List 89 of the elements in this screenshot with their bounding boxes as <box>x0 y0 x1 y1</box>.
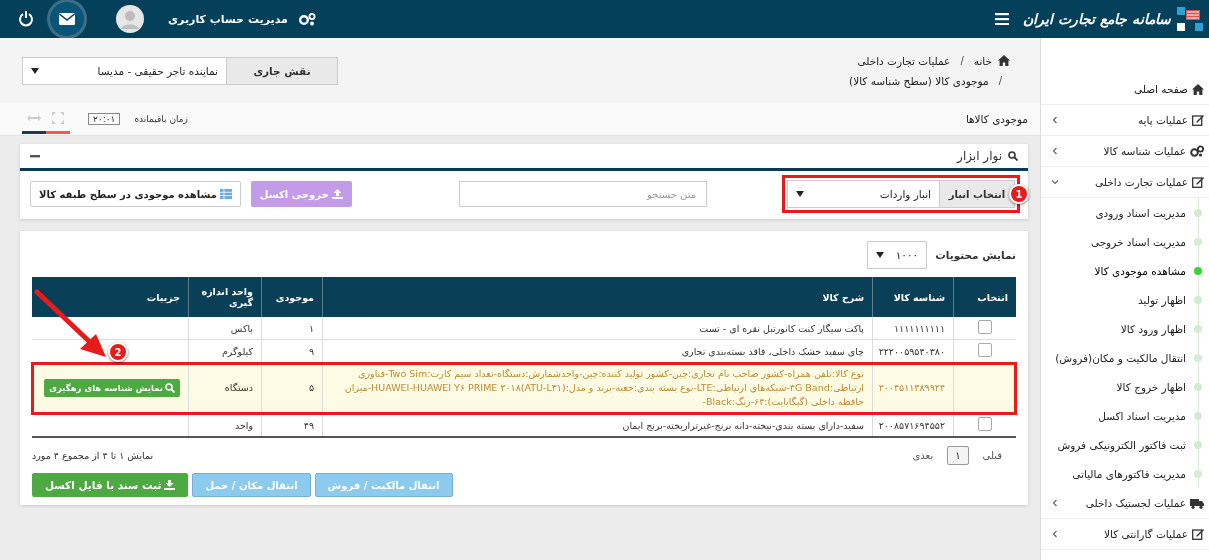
download-icon <box>164 480 176 490</box>
timer-value: ۲۰:۰۱ <box>88 113 121 125</box>
search-icon <box>165 383 175 393</box>
truck-icon <box>1190 497 1204 509</box>
column-header[interactable]: واحد اندازه گیری <box>188 277 262 317</box>
table-summary: نمایش ۱ تا ۴ از مجموع ۴ مورد <box>32 450 154 461</box>
breadcrumb-separator: / <box>960 55 964 66</box>
submenu-item[interactable]: مشاهده موجودی کالا <box>1041 256 1202 285</box>
expand-icon <box>52 111 64 124</box>
sidebar-item[interactable]: عملیات شناسه کالا <box>1041 136 1209 167</box>
search-icon <box>1008 151 1018 161</box>
edit-icon <box>1192 114 1204 126</box>
table-cell: نوع کالا:تلفن همراه-کشور صاحب نام تجاری:چین-کشور تولید کننده:چین-واحدشمارش:دستگاه-تعداد سیم کارت:Two Sim-فناوری ارتباطی:۴G Band-شبکه‌های ارتباطی:LTE-نوع بسته بندی:جعبه-برند و مدل:HUAWEI-HUAWEI Y۶ PRIME ۲۰۱۸(ATU-L۳۱)-میزان حافظه داخلی (گیگابایت):۶۴-رنگ:Black- <box>322 362 873 414</box>
submenu-item[interactable]: ثبت فاکتور الکترونیکی فروش <box>1041 430 1202 459</box>
submenu-item[interactable]: مدیریت اسناد ورودی <box>1041 198 1202 227</box>
sidebar-item[interactable]: عملیات پایه <box>1041 105 1209 136</box>
menu-icon <box>995 13 1010 25</box>
column-header[interactable]: شناسه کالا <box>872 277 954 317</box>
tab-title[interactable]: موجودی کالاها <box>965 113 1028 125</box>
submenu-item[interactable]: اظهار خروج کالا <box>1041 372 1202 401</box>
upload-icon <box>331 189 343 199</box>
row-checkbox[interactable] <box>978 417 992 431</box>
submenu-item[interactable]: مدیریت اسناد اکسل <box>1041 401 1202 430</box>
table-cell: ۲۲۲۰۰۵۹۵۴۰۳۸۰ <box>872 339 954 363</box>
row-checkbox[interactable] <box>978 343 992 357</box>
table-cell: سفید-دارای بسته بندی-نیخته-دانه برنج-غیرتراریخته-برنج ایمان <box>322 413 873 437</box>
breadcrumb-link[interactable]: خانه <box>973 54 992 67</box>
gears-icon <box>297 12 316 26</box>
avatar-icon <box>116 5 144 33</box>
sidebar-item[interactable]: صفحه اصلی <box>1041 74 1209 105</box>
submenu-item[interactable]: مدیریت اسناد خروجی <box>1041 227 1202 256</box>
table-cell: ۴۹ <box>261 413 323 437</box>
table-icon <box>219 189 232 199</box>
table-cell: واحد <box>188 413 262 437</box>
search-field[interactable]: متن جستجو <box>459 181 707 207</box>
table-cell: ۱۱۱۱۱۱۱۱۱۱ <box>872 317 954 340</box>
table-cell: چای سفید خشک داخلی، فاقد بسته‌بندی تجاری <box>322 339 873 363</box>
previous-page-link[interactable]: قبلی <box>982 450 1002 461</box>
chevron-down-icon <box>1051 178 1059 186</box>
page-button[interactable]: ۱ <box>947 446 969 465</box>
breadcrumb-link[interactable]: عملیات تجارت داخلی <box>857 54 951 67</box>
column-header[interactable]: جزییات <box>32 277 189 317</box>
minimize-icon <box>30 154 40 158</box>
row-checkbox[interactable] <box>978 320 992 334</box>
mail-icon <box>59 13 75 25</box>
edit-icon <box>1192 528 1204 540</box>
submenu-item[interactable]: اظهار تولید <box>1041 285 1202 314</box>
table-cell: ۲۰۰۸۵۷۱۶۹۴۵۵۲ <box>872 413 954 437</box>
page-size-select[interactable]: ۱۰۰۰ <box>867 241 928 269</box>
submenu-item[interactable]: انتقال مالکیت و مکان(فروش) <box>1041 343 1202 372</box>
gears-icon <box>1190 145 1204 157</box>
table-cell: ۵ <box>261 362 323 414</box>
home-icon <box>998 55 1010 66</box>
panel-title: نوار ابزار <box>957 149 1002 163</box>
page-size-label: نمایش محتویات <box>935 249 1016 261</box>
table-cell: ۱ <box>261 317 323 340</box>
breadcrumb-separator: / <box>998 75 1002 86</box>
timer-label: زمان باقیمانده <box>134 114 188 124</box>
home-icon <box>1192 83 1204 95</box>
table-cell: پاکت سیگار کنت کانورتبل نقره ای - تست <box>322 317 873 340</box>
breadcrumb-current: موجودی کالا (سطح شناسه کالا) <box>849 74 989 87</box>
column-header[interactable]: موجودی <box>261 277 323 317</box>
annotation-badge: 2 <box>108 342 128 362</box>
column-header[interactable]: شرح کالا <box>322 277 873 317</box>
app-title: سامانه جامع تجارت ایران <box>1023 11 1171 27</box>
dropdown-caret-icon <box>876 252 885 258</box>
chevron-left-icon <box>1051 147 1059 155</box>
edit-icon <box>1192 176 1204 188</box>
next-page-link[interactable]: بعدی <box>912 450 934 461</box>
chevron-left-icon <box>1051 499 1059 507</box>
table-cell: دستگاه <box>188 362 262 414</box>
mail-button[interactable] <box>50 2 84 36</box>
logo-icon <box>1177 7 1203 31</box>
sidebar-item[interactable]: عملیات لجستیک داخلی <box>1041 488 1209 519</box>
table-cell: ۹ <box>261 339 323 363</box>
chevron-left-icon <box>1051 530 1059 538</box>
view-button[interactable]: مشاهده موجودی در سطح طبقه کالا <box>30 181 241 207</box>
sidebar-item[interactable]: عملیات گارانتی کالا <box>1041 519 1209 550</box>
power-icon <box>18 11 34 27</box>
table-cell: کیلوگرم <box>188 339 262 363</box>
account-link[interactable]: مدیریت حساب کاربری <box>168 12 288 26</box>
table-cell: ۲۰۰۴۵۱۱۳۸۹۹۲۴ <box>872 362 954 414</box>
table-cell: باکس <box>188 317 262 340</box>
submenu-item[interactable]: اظهار ورود کالا <box>1041 314 1202 343</box>
arrows-icon <box>27 113 41 122</box>
submenu-item[interactable]: مدیریت فاکتورهای مالیاتی <box>1041 459 1202 488</box>
sidebar-item[interactable]: عملیات تجارت داخلی <box>1041 167 1209 198</box>
chevron-left-icon <box>1051 116 1059 124</box>
column-header[interactable]: انتخاب <box>953 277 1016 317</box>
